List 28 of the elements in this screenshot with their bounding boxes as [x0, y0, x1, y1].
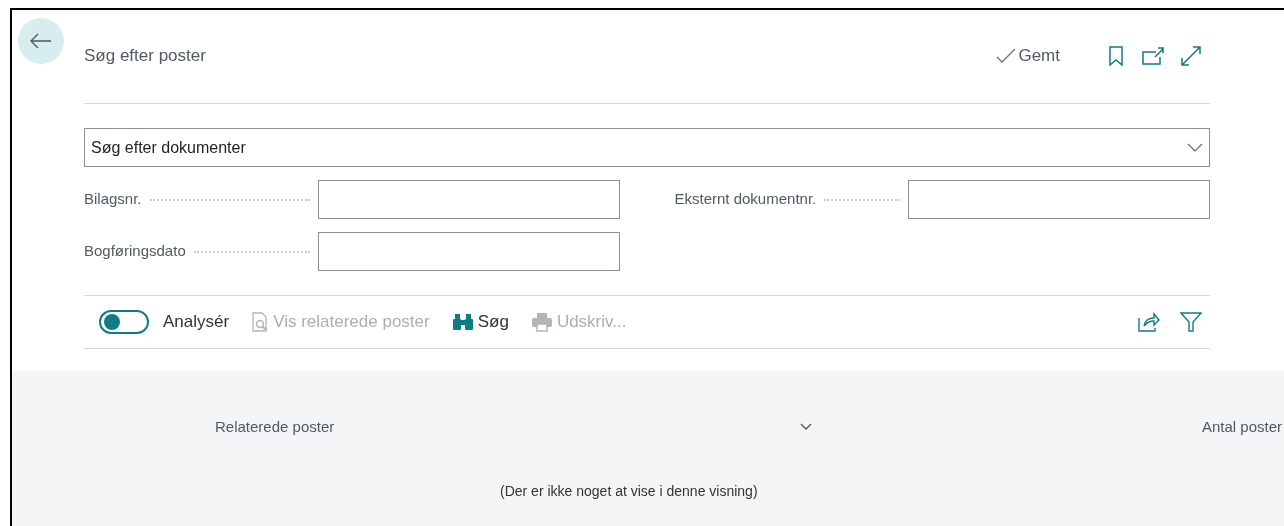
field-label: Bogføringsdato	[84, 241, 186, 262]
chevron-down-icon[interactable]	[799, 423, 812, 432]
expand-icon[interactable]	[1180, 44, 1202, 67]
column-header: Antal poster	[1201, 417, 1282, 437]
empty-message: (Der er ikke noget at vise i denne visning)	[500, 481, 759, 501]
column-header: Relaterede poster	[215, 417, 335, 437]
chevron-down-icon	[1187, 142, 1203, 153]
check-icon	[996, 47, 1017, 64]
filter-icon[interactable]	[1180, 311, 1202, 333]
open-in-new-window-icon[interactable]	[1142, 46, 1164, 65]
saved-status: Gemt	[1018, 44, 1060, 67]
input-field[interactable]	[317, 180, 620, 219]
binoculars-icon	[451, 313, 474, 331]
search-type-dropdown[interactable]: Søg efter dokumenter	[84, 128, 1210, 167]
printer-icon	[530, 312, 553, 332]
analyze-toggle[interactable]	[99, 310, 149, 334]
share-icon[interactable]	[1138, 312, 1160, 332]
field-label: Eksternt dokumentnr.	[674, 189, 817, 210]
page-title: Søg efter poster	[84, 44, 206, 67]
bookmark-icon[interactable]	[1108, 45, 1124, 66]
back-button[interactable]	[18, 18, 64, 64]
field-label: Bilagsnr.	[84, 189, 142, 210]
input-field[interactable]	[908, 180, 1210, 219]
toolbar-action[interactable]: Søg	[451, 309, 509, 335]
document-search-icon	[251, 312, 270, 332]
toggle-label: Analysér	[163, 311, 230, 334]
back-arrow-icon	[30, 33, 52, 49]
input-field[interactable]	[317, 232, 620, 271]
